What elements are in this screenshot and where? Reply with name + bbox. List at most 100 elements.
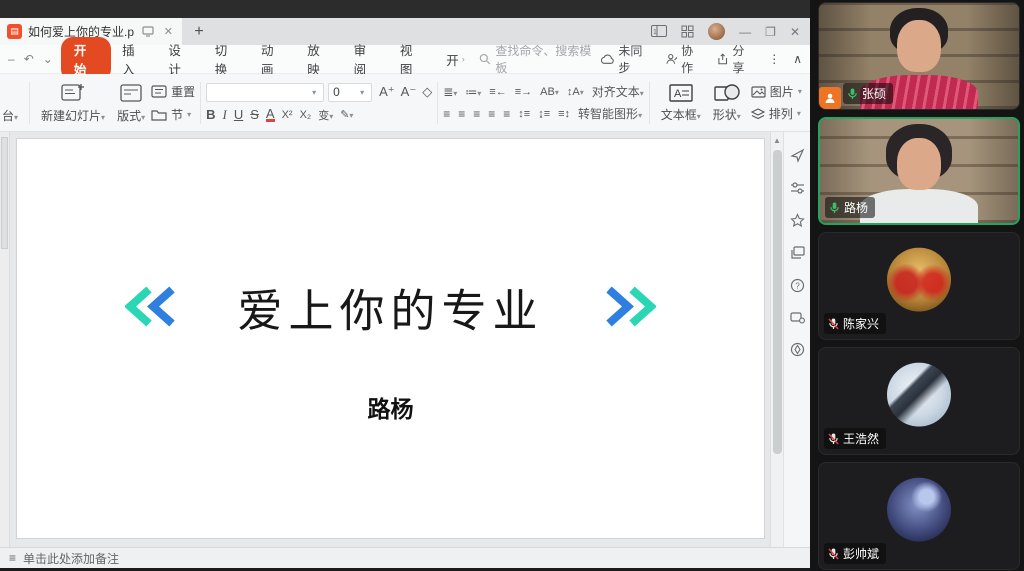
menu-overflow-icon[interactable]: ›: [462, 54, 465, 64]
user-avatar[interactable]: [708, 23, 725, 40]
strikethrough-button[interactable]: S: [250, 107, 259, 122]
slide-title[interactable]: 爱上你的专业: [237, 274, 543, 339]
italic-button[interactable]: I: [223, 107, 227, 123]
align-center-icon[interactable]: ≡: [458, 107, 465, 121]
clear-format-icon[interactable]: ◇: [422, 84, 432, 100]
ribbon-toolbar: 台▾ 新建幻灯片▾ 版式▾ 重置 节▾: [0, 74, 810, 132]
quick-access-toolbar: – ↶ ⌄: [8, 52, 53, 66]
slide-panel-collapsed[interactable]: [0, 132, 10, 547]
host-badge-icon: [819, 87, 841, 109]
close-window-button[interactable]: ✕: [790, 25, 800, 39]
redo-dropdown-icon[interactable]: ⌄: [43, 52, 53, 66]
participant-name-pill: 彭帅斌: [824, 543, 886, 564]
spacing-normal-icon[interactable]: ↨≡: [538, 108, 550, 120]
decrease-font-icon[interactable]: A⁻: [401, 84, 417, 100]
collapse-ribbon-icon[interactable]: ∧: [793, 52, 802, 66]
right-tool-rail: ?: [783, 132, 810, 547]
highlight-button[interactable]: ✎▾: [340, 108, 353, 121]
participant-avatar: [887, 248, 951, 312]
vertical-scrollbar[interactable]: ▲: [770, 132, 783, 547]
decrease-indent-icon[interactable]: ≡←: [489, 86, 506, 98]
mic-on-icon: [847, 88, 858, 100]
effects-star-icon[interactable]: [790, 213, 805, 228]
participant-tile[interactable]: 路杨: [818, 117, 1020, 225]
paragraph-group: ≣▾ ≔▾ ≡← ≡→ AB▾ ↕A▾ 对齐文本▾ ≡ ≡ ≡ ≡ ≡ ↕≡ ↨…: [443, 83, 644, 122]
quick-tools-icon[interactable]: [790, 148, 805, 163]
reset-section-group: 重置 节▾: [151, 83, 195, 123]
text-box-button[interactable]: A 文本框▾: [655, 83, 707, 123]
subscript-button[interactable]: X₂: [300, 109, 312, 121]
slide-layout-button[interactable]: 版式▾: [111, 82, 151, 124]
mic-on-icon: [829, 202, 840, 214]
slide-thumbnail[interactable]: [1, 137, 8, 249]
font-size-combo[interactable]: 0▾: [328, 83, 372, 102]
share-button[interactable]: 分享: [717, 42, 755, 76]
new-slide-icon: [60, 82, 86, 104]
reset-button[interactable]: 重置: [151, 83, 195, 100]
participant-name-pill: 张硕: [843, 83, 893, 104]
participant-tile[interactable]: 张硕: [818, 2, 1020, 110]
screen-share-icon[interactable]: [140, 26, 156, 38]
spacing-loose-icon[interactable]: ≡↕: [558, 108, 570, 120]
justify-icon[interactable]: ≡: [488, 107, 495, 121]
underline-button[interactable]: U: [234, 107, 243, 122]
command-search[interactable]: 查找命令、搜索模板: [479, 42, 600, 76]
divider: [437, 82, 438, 124]
contact-service-icon[interactable]: [790, 311, 805, 324]
undo-icon[interactable]: ↶: [24, 52, 34, 66]
distribute-icon[interactable]: ≡: [503, 107, 510, 121]
slide-author[interactable]: 路杨: [17, 390, 764, 424]
shapes-button[interactable]: 形状▾: [707, 83, 747, 123]
participant-name: 王浩然: [843, 430, 879, 447]
skill-badge-icon[interactable]: [790, 342, 805, 357]
participant-tile[interactable]: 王浩然: [818, 347, 1020, 455]
align-left-icon[interactable]: ≡: [443, 107, 450, 121]
pinyin-guide-button[interactable]: 变▾: [318, 107, 333, 123]
titlebar-controls: 1 — ❐ ✕: [651, 18, 810, 45]
save-icon[interactable]: –: [8, 52, 15, 66]
picture-button[interactable]: 图片▾: [751, 83, 802, 100]
window-layout-icon[interactable]: 1: [651, 23, 667, 41]
meeting-sidebar: 张硕 路杨 陈家兴 王浩然: [810, 0, 1024, 571]
more-options-icon[interactable]: ⋮: [768, 52, 780, 66]
section-button[interactable]: 节▾: [151, 106, 195, 123]
bold-button[interactable]: B: [206, 107, 215, 122]
participant-avatar: [887, 478, 951, 542]
help-icon[interactable]: ?: [790, 278, 805, 293]
smart-graphic-button[interactable]: 转智能图形▾: [578, 105, 642, 122]
increase-indent-icon[interactable]: ≡→: [515, 86, 532, 98]
numbering-button[interactable]: ≔▾: [465, 85, 481, 99]
scrollbar-thumb[interactable]: [773, 150, 782, 454]
collaborate-button[interactable]: 协作: [666, 42, 704, 76]
properties-sliders-icon[interactable]: [790, 181, 805, 195]
canvas-area: 爱上你的专业 路杨: [10, 132, 770, 547]
scroll-up-icon[interactable]: ▲: [773, 134, 781, 148]
paste-partial-button[interactable]: 台▾: [2, 82, 24, 124]
font-color-button[interactable]: A: [266, 108, 275, 122]
notes-bar[interactable]: ≡ 单击此处添加备注: [0, 547, 810, 568]
arrange-button[interactable]: 排列▾: [751, 105, 802, 122]
sync-status[interactable]: 未同步: [600, 42, 653, 76]
participant-tile[interactable]: 彭帅斌: [818, 462, 1020, 570]
line-spacing-button[interactable]: ↕A▾: [567, 86, 584, 98]
superscript-button[interactable]: X²: [282, 109, 293, 121]
minimize-button[interactable]: —: [739, 25, 751, 39]
windows-stack-icon[interactable]: [790, 246, 805, 260]
slide-canvas[interactable]: 爱上你的专业 路杨: [16, 138, 765, 539]
spacing-tight-icon[interactable]: ↕≡: [518, 108, 530, 120]
participant-tile[interactable]: 陈家兴: [818, 232, 1020, 340]
text-direction-button[interactable]: AB▾: [540, 86, 559, 98]
shapes-icon: [713, 83, 741, 103]
align-text-button[interactable]: 对齐文本▾: [592, 83, 644, 100]
divider: [29, 82, 30, 124]
mic-muted-icon: [828, 548, 839, 560]
align-right-icon[interactable]: ≡: [473, 107, 480, 121]
font-name-combo[interactable]: ▾: [206, 83, 324, 102]
new-slide-button[interactable]: 新建幻灯片▾: [35, 82, 111, 124]
bullets-button[interactable]: ≣▾: [443, 85, 457, 99]
participant-name: 陈家兴: [843, 315, 879, 332]
apps-grid-icon[interactable]: [681, 23, 694, 41]
maximize-button[interactable]: ❐: [765, 25, 776, 39]
increase-font-icon[interactable]: A⁺: [379, 84, 395, 100]
menubar-right: 未同步 协作 分享 ⋮ ∧: [600, 42, 802, 76]
